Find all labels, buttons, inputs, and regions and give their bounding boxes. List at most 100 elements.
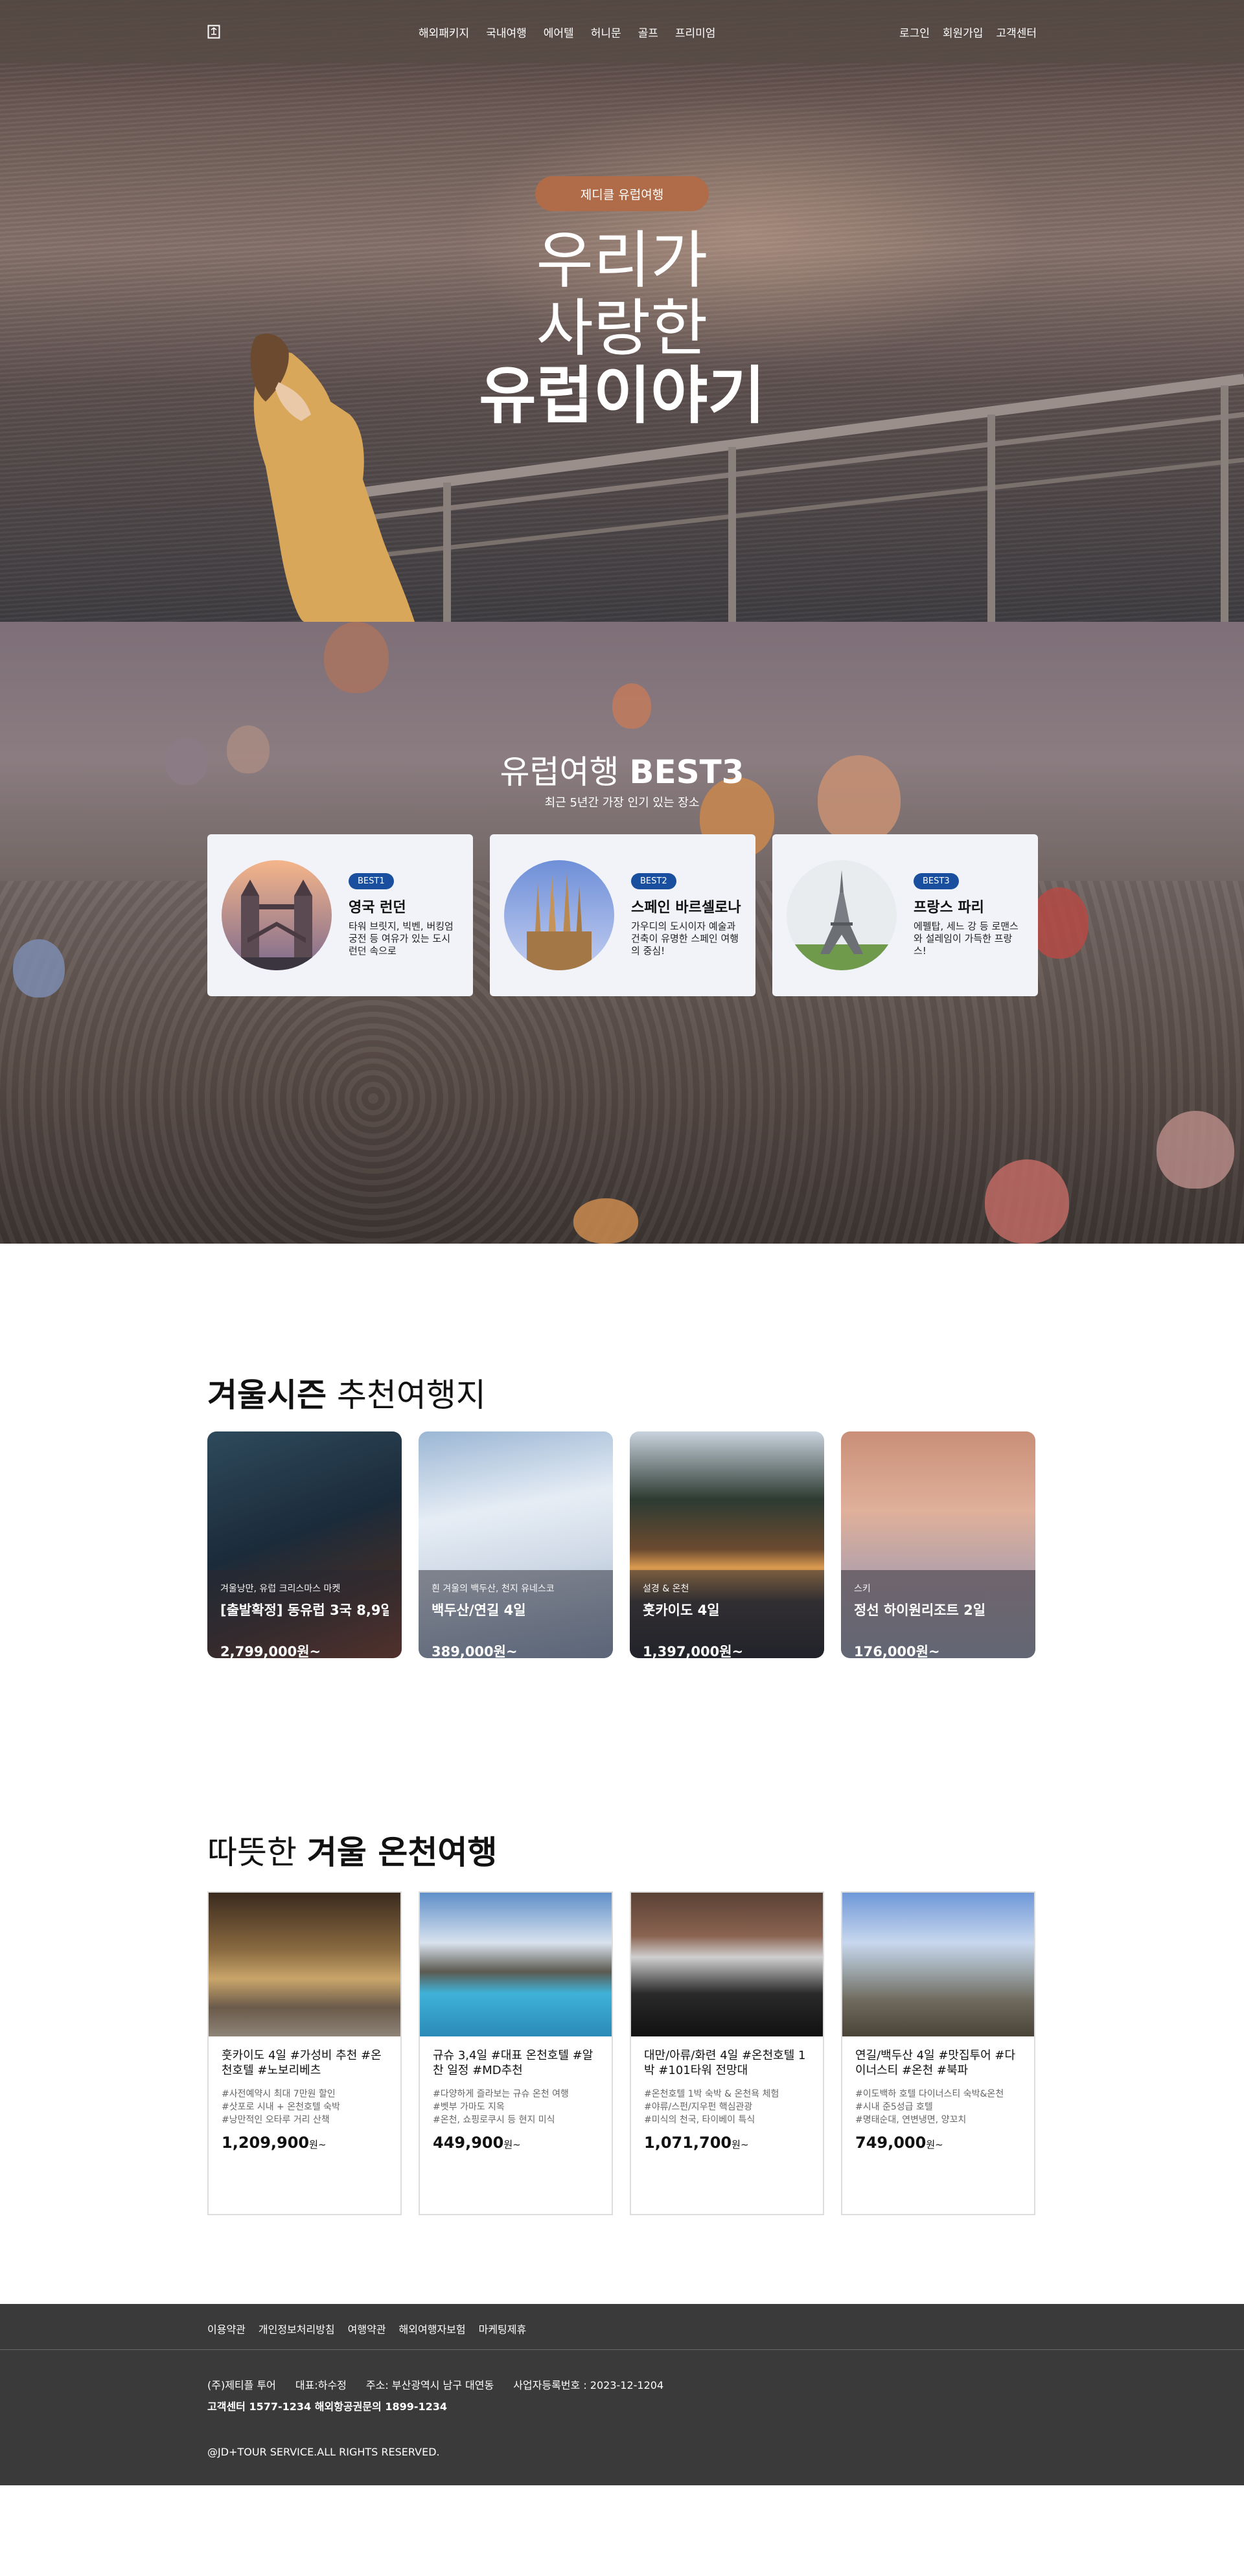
winter-card[interactable]: 흰 겨울의 백두산, 천지 유네스코 백두산/연길 4일 389,000원~: [419, 1431, 613, 1658]
price-value: 449,900: [433, 2133, 504, 2152]
onsen-card-title: 대만/아류/화련 4일 #온천호텔 1박 #101타워 전망대: [644, 2049, 806, 2078]
best-card-title: 스페인 바르셀로나: [631, 899, 741, 916]
onsen-card-tags: #다양하게 즐라보는 규슈 온천 여행 #벳부 가마도 지옥 #온천, 쇼핑로쿠…: [433, 2088, 599, 2127]
onsen-tag: #삿포로 시내 + 온천호텔 숙박: [222, 2102, 340, 2113]
onsen-tag: #온천, 쇼핑로쿠시 등 현지 미식: [433, 2115, 555, 2126]
signup-link[interactable]: 회원가입: [943, 24, 984, 40]
nav-premium[interactable]: 프리미엄: [675, 24, 716, 40]
best-card-paris[interactable]: BEST3 프랑스 파리 에펠탑, 세느 강 등 로맨스와 설레임이 가득한 프…: [772, 834, 1038, 996]
onsen-title-bold: 겨울 온천여행: [306, 1834, 498, 1871]
balloon-decor: [612, 683, 651, 729]
best-card-desc: 타워 브릿지, 빅벤, 버킹엄 궁전 등 여유가 있는 도시 런던 속으로: [349, 920, 454, 957]
winter-card-title: 백두산/연길 4일: [432, 1602, 526, 1618]
login-link[interactable]: 로그인: [899, 24, 930, 40]
onsen-card[interactable]: 훗카이도 4일 #가성비 추천 #온천호텔 #노보리베츠 #사전예약시 최대 7…: [207, 1891, 402, 2215]
winter-card-price: 2,799,000원~: [220, 1644, 321, 1658]
price-unit: 원~: [503, 2138, 521, 2150]
site-footer: 이용약관 개인정보처리방침 여행약관 해외여행자보험 마케팅제휴 (주)제티플 …: [0, 2304, 1244, 2485]
footer-link-partnership[interactable]: 마케팅제휴: [479, 2321, 527, 2336]
footer-link-privacy[interactable]: 개인정보처리방침: [259, 2321, 335, 2336]
best-rank-badge: BEST3: [914, 872, 959, 889]
winter-card-tag: 흰 겨울의 백두산, 천지 유네스코: [432, 1584, 555, 1594]
onsen-card-price: 1,071,700원~: [644, 2134, 810, 2152]
hero-title: 우리가 사랑한 유럽이야기: [363, 227, 881, 430]
price-value: 749,000: [855, 2133, 927, 2152]
hero-badge[interactable]: 제디클 유럽여행: [535, 176, 709, 211]
winter-title-light: 추천여행지: [327, 1376, 486, 1414]
onsen-title-light: 따뜻한: [207, 1834, 307, 1871]
best-rank-badge: BEST1: [349, 872, 394, 889]
winter-card[interactable]: 스키 정선 하이원리조트 2일 176,000원~: [841, 1431, 1035, 1658]
nav-golf[interactable]: 골프: [638, 24, 658, 40]
onsen-card-image: [420, 1893, 612, 2036]
nav-domestic[interactable]: 국내여행: [486, 24, 527, 40]
onsen-section: 따뜻한 겨울 온천여행 훗카이도 4일 #가성비 추천 #온천호텔 #노보리베츠…: [0, 1827, 1244, 2304]
winter-card-tag: 겨울낭만, 유럽 크리스마스 마켓: [220, 1584, 341, 1594]
winter-card-title: [출발확정] 동유럽 3국 8,9일: [220, 1602, 389, 1618]
balloon-decor: [1030, 887, 1088, 959]
onsen-card-price: 1,209,900원~: [222, 2134, 387, 2152]
onsen-card-image: [209, 1893, 400, 2036]
onsen-tag: #미식의 천국, 타이베이 특식: [644, 2115, 755, 2126]
winter-card-price: 1,397,000원~: [643, 1644, 744, 1658]
nav-airtel[interactable]: 에어텔: [544, 24, 574, 40]
hero-title-line1: 우리가: [536, 224, 708, 297]
winter-card[interactable]: 겨울낭만, 유럽 크리스마스 마켓 [출발확정] 동유럽 3국 8,9일 2,7…: [207, 1431, 402, 1658]
balloon-decor: [985, 1159, 1069, 1244]
eiffel-tower-image: [787, 860, 897, 970]
balloon-decor: [573, 1198, 638, 1244]
company-name: (주)제티플 투어: [207, 2379, 276, 2391]
winter-card[interactable]: 설경 & 온천 훗카이도 4일 1,397,000원~: [630, 1431, 824, 1658]
best3-title: 유럽여행 BEST3: [0, 746, 1244, 793]
customer-center-link[interactable]: 고객센터: [996, 24, 1037, 40]
sagrada-familia-image: [504, 860, 614, 970]
best3-subtitle: 최근 5년간 가장 인기 있는 장소: [544, 796, 700, 810]
best3-card-list: BEST1 영국 런던 타워 브릿지, 빅벤, 버킹엄 궁전 등 여유가 있는 …: [207, 834, 1038, 996]
best-card-title: 영국 런던: [349, 899, 406, 916]
onsen-section-title: 따뜻한 겨울 온천여행: [207, 1827, 497, 1873]
footer-link-insurance[interactable]: 해외여행자보험: [399, 2321, 466, 2336]
footer-link-terms[interactable]: 이용약관: [207, 2321, 246, 2336]
winter-recommend-section: 겨울시즌 추천여행지 겨울낭만, 유럽 크리스마스 마켓 [출발확정] 동유럽 …: [0, 1244, 1244, 1827]
best-card-barcelona[interactable]: BEST2 스페인 바르셀로나 가우디의 도시이자 예술과 건축이 유명한 스페…: [490, 834, 755, 996]
footer-links: 이용약관 개인정보처리방침 여행약관 해외여행자보험 마케팅제휴: [207, 2321, 526, 2336]
nav-overseas-package[interactable]: 해외패키지: [419, 24, 469, 40]
home-icon[interactable]: [207, 25, 220, 39]
price-unit: 원~: [309, 2138, 327, 2150]
winter-card-tag: 설경 & 온천: [643, 1584, 689, 1594]
best-rank-badge: BEST2: [631, 872, 676, 889]
onsen-card-title: 연길/백두산 4일 #맛집투어 #다이너스티 #온천 #북파: [855, 2049, 1016, 2078]
winter-card-price: 176,000원~: [854, 1644, 940, 1658]
best-card-london[interactable]: BEST1 영국 런던 타워 브릿지, 빅벤, 버킹엄 궁전 등 여유가 있는 …: [207, 834, 473, 996]
onsen-card[interactable]: 대만/아류/화련 4일 #온천호텔 1박 #101타워 전망대 #온천호텔 1박…: [630, 1891, 824, 2215]
onsen-card[interactable]: 연길/백두산 4일 #맛집투어 #다이너스티 #온천 #북파 #이도백하 호텔 …: [841, 1891, 1035, 2215]
copyright: @JD+TOUR SERVICE.ALL RIGHTS RESERVED.: [207, 2446, 440, 2458]
customer-service-phone: 고객센터 1577-1234 해외항공권문의 1899-1234: [207, 2400, 448, 2413]
balloon-decor: [13, 939, 65, 997]
onsen-card-title: 규슈 3,4일 #대표 온천호텔 #알찬 일정 #MD추천: [433, 2049, 593, 2078]
winter-section-title: 겨울시즌 추천여행지: [207, 1369, 486, 1416]
price-unit: 원~: [731, 2138, 749, 2150]
nav-honeymoon[interactable]: 허니문: [591, 24, 621, 40]
hero-title-line2: 사랑한: [536, 291, 708, 365]
site-header: 해외패키지 국내여행 에어텔 허니문 골프 프리미엄 로그인 회원가입 고객센터: [0, 0, 1244, 63]
best-card-desc: 에펠탑, 세느 강 등 로맨스와 설레임이 가득한 프랑스!: [914, 920, 1019, 957]
onsen-card-tags: #온천호텔 1박 숙박 & 온천욕 체험 #야류/스펀/지우펀 핵심관광 #미식…: [644, 2088, 810, 2127]
winter-card-title: 훗카이도 4일: [643, 1602, 720, 1618]
balloon-decor: [324, 622, 389, 693]
price-unit: 원~: [926, 2138, 943, 2150]
price-value: 1,209,900: [222, 2133, 310, 2152]
footer-link-travel-terms[interactable]: 여행약관: [348, 2321, 386, 2336]
winter-card-price: 389,000원~: [432, 1644, 518, 1658]
best3-title-light: 유럽여행: [500, 753, 630, 791]
company-info: (주)제티플 투어 대표:하수정 주소: 부산광역시 남구 대연동 사업자등록번…: [207, 2377, 663, 2392]
business-number: 사업자등록번호 : 2023-12-1204: [513, 2379, 664, 2391]
onsen-card[interactable]: 규슈 3,4일 #대표 온천호텔 #알찬 일정 #MD추천 #다양하게 즐라보는…: [419, 1891, 613, 2215]
hero-banner: 제디클 유럽여행 우리가 사랑한 유럽이야기: [0, 0, 1244, 622]
footer-divider: [0, 2349, 1244, 2350]
balloon-decor: [1157, 1111, 1234, 1189]
onsen-card-title: 훗카이도 4일 #가성비 추천 #온천호텔 #노보리베츠: [222, 2049, 382, 2078]
onsen-tag: #낭만적인 오타루 거리 산책: [222, 2115, 330, 2126]
winter-card-tag: 스키: [854, 1584, 871, 1594]
onsen-tag: #벳부 가마도 지옥: [433, 2102, 505, 2113]
